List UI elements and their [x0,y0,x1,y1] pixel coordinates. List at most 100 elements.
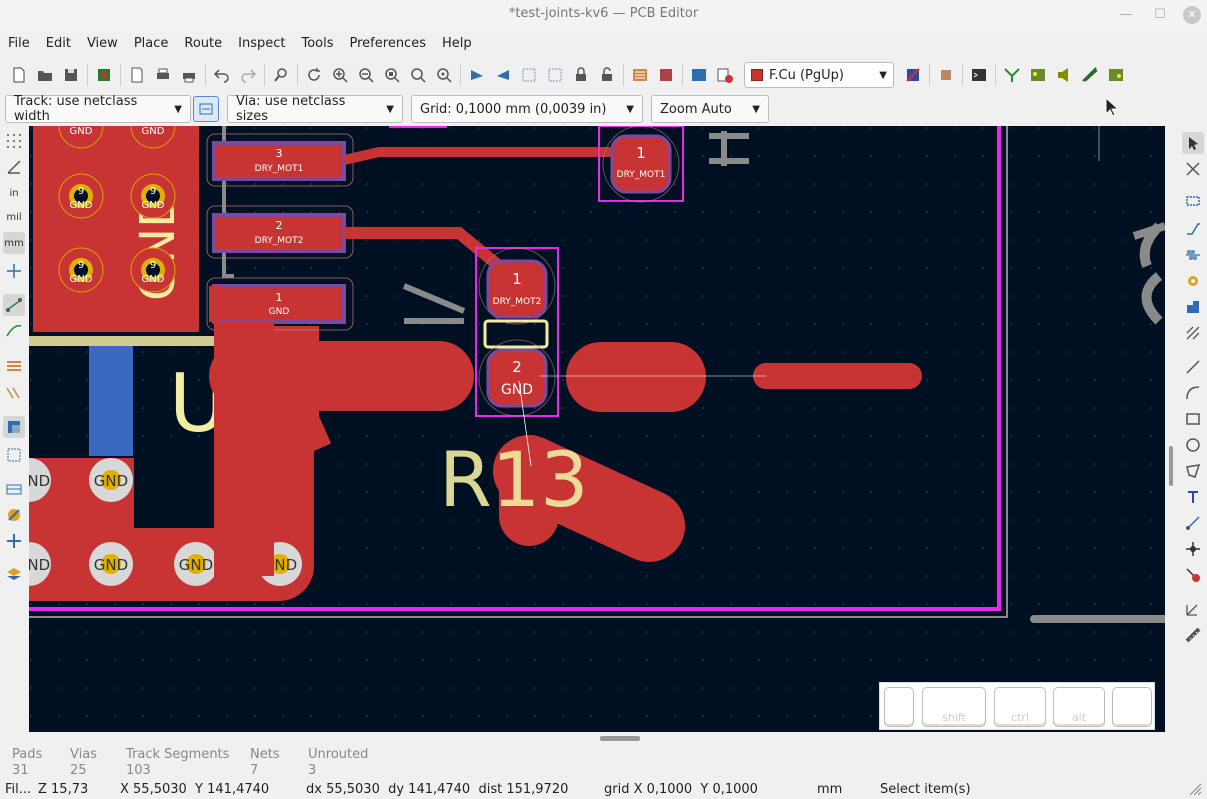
units-mm-icon[interactable]: mm [3,232,25,254]
undo-icon[interactable] [209,62,235,88]
draw-arc-icon[interactable] [1182,382,1204,404]
rule-area-icon[interactable] [1182,322,1204,344]
mirror-v-icon[interactable] [542,62,568,88]
grid-origin-icon[interactable] [1182,598,1204,620]
status-grid: grid X 0,1000 Y 0,1000 [604,782,758,797]
zoom-selection-icon[interactable] [431,62,457,88]
layer-pair-icon[interactable] [900,62,926,88]
drc-icon[interactable] [712,62,738,88]
horizontal-scroll-thumb[interactable] [600,736,640,741]
via-size-select[interactable]: Via: use netclass sizes ▼ [227,94,403,124]
zoom-select[interactable]: Zoom Auto ▼ [651,95,769,123]
layer-selector[interactable]: F.Cu (PgUp) ▼ [744,62,894,88]
tune-length-icon[interactable] [1182,244,1204,266]
scripting-icon[interactable] [686,62,712,88]
net-highlight-icon[interactable] [3,530,25,552]
auto-track-width-icon[interactable] [193,96,219,122]
interactive-router-icon[interactable] [1077,62,1103,88]
select-arrow-icon[interactable] [1182,132,1204,154]
console-icon[interactable] [966,62,992,88]
find-icon[interactable] [268,62,294,88]
add-text-icon[interactable] [1182,486,1204,508]
draw-circle-icon[interactable] [1182,434,1204,456]
menu-tools[interactable]: Tools [301,36,333,51]
lock-icon[interactable] [568,62,594,88]
close-icon[interactable]: ✕ [1183,6,1201,24]
add-footprint-icon[interactable] [1182,190,1204,212]
layers-manager-icon[interactable] [3,564,25,586]
via-net-label: GND [142,200,165,211]
footprint-icon[interactable] [1025,62,1051,88]
cursor-shape-icon[interactable] [3,260,25,282]
board-setup-icon[interactable] [91,62,117,88]
menu-place[interactable]: Place [134,36,169,51]
redraw-icon[interactable] [301,62,327,88]
minimize-icon[interactable]: — [1115,4,1137,26]
redo-icon[interactable] [235,62,261,88]
mouse-cursor-icon [1105,97,1119,117]
plot-icon[interactable] [176,62,202,88]
layer-selector-value: F.Cu (PgUp) [769,67,844,83]
vertical-scroll-thumb[interactable] [1169,446,1173,486]
curved-ratsnest-icon[interactable] [3,320,25,342]
menu-preferences[interactable]: Preferences [350,36,426,51]
save-icon[interactable] [58,62,84,88]
footprint-browser-icon[interactable] [653,62,679,88]
track-width-select[interactable]: Track: use netclass width ▼ [5,94,191,124]
vertical-scrollbar[interactable] [1165,126,1178,732]
left-toolbar: in mil mm [0,126,28,736]
zoom-objects-icon[interactable] [405,62,431,88]
set-origin-icon[interactable] [1182,538,1204,560]
units-inch-icon[interactable]: in [3,182,25,204]
zone-fill-icon[interactable] [3,354,25,376]
draw-rectangle-icon[interactable] [1182,408,1204,430]
units-mil-icon[interactable]: mil [3,206,25,228]
draw-line-icon[interactable] [1182,356,1204,378]
grid-toggle-icon[interactable] [3,130,25,152]
new-board-icon[interactable] [6,62,32,88]
page-settings-icon[interactable] [124,62,150,88]
measure-icon[interactable] [1182,624,1204,646]
high-contrast-icon[interactable] [3,504,25,526]
menu-inspect[interactable]: Inspect [238,36,285,51]
speaker-icon[interactable] [1051,62,1077,88]
maximize-icon[interactable]: ☐ [1149,4,1171,26]
draw-polygon-icon[interactable] [1182,460,1204,482]
grid-select[interactable]: Grid: 0,1000 mm (0,0039 in) ▼ [411,95,643,123]
zoom-in-icon[interactable] [327,62,353,88]
menu-route[interactable]: Route [184,36,222,51]
menu-help[interactable]: Help [442,36,472,51]
route-icon[interactable] [999,62,1025,88]
mirror-h-icon[interactable] [516,62,542,88]
print-icon[interactable] [150,62,176,88]
zone-outline-icon[interactable] [3,382,25,404]
status-units: mm [817,782,843,797]
key-extra [1112,687,1152,727]
polar-coords-icon[interactable] [3,156,25,178]
rotate-ccw-icon[interactable] [464,62,490,88]
netlist-icon[interactable] [627,62,653,88]
pcb-canvas[interactable]: GND GND GND 9 GND 9 GND 9 GND 9 GND GND … [29,126,1165,732]
add-dimension-icon[interactable] [1182,512,1204,534]
pad-fill-icon[interactable] [3,416,25,438]
zoom-out-icon[interactable] [353,62,379,88]
delete-item-icon[interactable] [1182,564,1204,586]
add-via-icon[interactable] [1182,270,1204,292]
menu-edit[interactable]: Edit [46,36,71,51]
chevron-down-icon: ▼ [879,69,887,81]
route-track-icon[interactable] [1182,218,1204,240]
track-outline-icon[interactable] [3,478,25,500]
highlight-net-icon[interactable] [1182,158,1204,180]
footprint-editor-icon[interactable] [933,62,959,88]
zoom-fit-icon[interactable] [379,62,405,88]
unlock-icon[interactable] [594,62,620,88]
update-pcb-icon[interactable] [1103,62,1129,88]
menu-file[interactable]: File [8,36,30,51]
menu-view[interactable]: View [87,36,118,51]
open-icon[interactable] [32,62,58,88]
via-outline-icon[interactable] [3,444,25,466]
resize-grip-icon[interactable] [1188,782,1202,796]
rotate-cw-icon[interactable] [490,62,516,88]
ratsnest-icon[interactable] [3,294,25,316]
add-zone-icon[interactable] [1182,296,1204,318]
